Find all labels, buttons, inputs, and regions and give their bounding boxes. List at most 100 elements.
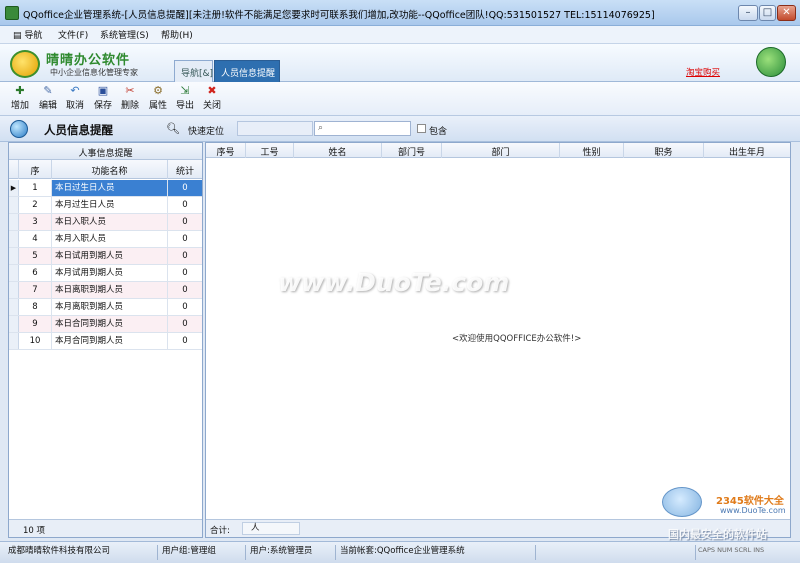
row-number: 2	[19, 197, 52, 213]
row-function-name: 本月合同到期人员	[52, 333, 168, 349]
close-button[interactable]: ✖ 关闭	[201, 85, 223, 115]
table-row[interactable]: 4 本月入职人员 0	[9, 231, 202, 248]
column-header-dept-no[interactable]: 部门号	[382, 143, 442, 158]
status-bar: 成都晴晴软件科技有限公司 用户组:管理组 用户:系统管理员 当前帐套:QQoff…	[0, 541, 800, 563]
row-number: 1	[19, 180, 52, 196]
table-row[interactable]: 6 本月试用到期人员 0	[9, 265, 202, 282]
quick-locate-label: 快速定位	[188, 127, 225, 137]
row-function-name: 本日入职人员	[52, 214, 168, 230]
column-header-birth[interactable]: 出生年月	[704, 143, 790, 158]
table-row[interactable]: ▶ 1 本日过生日人员 0	[9, 180, 202, 197]
row-function-name: 本月试用到期人员	[52, 265, 168, 281]
table-row[interactable]: 5 本日试用到期人员 0	[9, 248, 202, 265]
contains-checkbox[interactable]	[417, 124, 426, 133]
export-icon: ⇲	[180, 84, 190, 97]
maximize-button[interactable]: □	[759, 5, 776, 21]
personnel-grid-panel: 序号 工号 姓名 部门号 部门 性别 职务 出生年月 <欢迎使用QQOFFICE…	[205, 142, 791, 538]
row-function-name: 本日试用到期人员	[52, 248, 168, 264]
status-blank	[536, 545, 696, 560]
quick-locate-field-selector[interactable]	[237, 121, 313, 136]
search-input-box[interactable]: ⌕	[314, 121, 411, 136]
row-count: 0	[182, 319, 188, 329]
row-marker	[9, 316, 19, 332]
cancel-button[interactable]: ↶ 取消	[64, 85, 86, 115]
delete-label: 删除	[120, 101, 139, 111]
close-label: 关闭	[202, 101, 221, 111]
menu-file[interactable]: 文件(F)	[58, 28, 88, 41]
row-count: 0	[182, 268, 188, 278]
export-button[interactable]: ⇲ 导出	[174, 85, 196, 115]
column-header-no[interactable]: 序	[19, 160, 52, 179]
edit-icon: ✎	[43, 84, 53, 97]
app-icon	[5, 6, 19, 20]
cancel-label: 取消	[65, 101, 84, 111]
status-user: 用户:系统管理员	[246, 545, 336, 560]
tab-navigation[interactable]: 导航[&]	[174, 60, 213, 82]
add-button[interactable]: ✚ 增加	[9, 85, 31, 115]
brand-subtitle: 中小企业信息化管理专家	[50, 68, 138, 77]
row-marker	[9, 333, 19, 349]
row-marker	[9, 214, 19, 230]
column-header-dept[interactable]: 部门	[442, 143, 560, 158]
logo-icon	[10, 50, 40, 78]
properties-button[interactable]: ⚙ 属性	[147, 85, 169, 115]
table-row[interactable]: 10 本月合同到期人员 0	[9, 333, 202, 350]
left-panel-footer: 10 项	[9, 519, 202, 537]
quick-locate-icon: 🔍︎	[166, 122, 180, 135]
menu-bar: ▤ 导航 文件(F) 系统管理(S) 帮助(H)	[0, 26, 800, 44]
edit-button[interactable]: ✎ 编辑	[37, 85, 59, 115]
row-count: 0	[182, 285, 188, 295]
menu-system[interactable]: 系统管理(S)	[100, 28, 149, 41]
menu-help[interactable]: 帮助(H)	[161, 28, 193, 41]
brand-title: 晴晴办公软件	[46, 53, 131, 68]
column-header-name[interactable]: 姓名	[294, 143, 382, 158]
mascot-watermark-icon	[662, 487, 702, 517]
row-function-name: 本日过生日人员	[52, 180, 168, 196]
row-count: 0	[182, 251, 188, 261]
taobao-buy-link[interactable]: 淘宝购买	[686, 66, 720, 78]
row-number: 6	[19, 265, 52, 281]
row-marker	[9, 231, 19, 247]
row-function-name: 本月过生日人员	[52, 197, 168, 213]
table-row[interactable]: 3 本日入职人员 0	[9, 214, 202, 231]
table-row[interactable]: 7 本日离职到期人员 0	[9, 282, 202, 299]
table-row[interactable]: 8 本月离职到期人员 0	[9, 299, 202, 316]
row-marker	[9, 299, 19, 315]
status-account: 当前帐套:QQoffice企业管理系统	[336, 545, 536, 560]
total-value: 人	[242, 522, 300, 535]
navigate-icon: ▤	[13, 31, 22, 41]
column-header-emp-id[interactable]: 工号	[246, 143, 294, 158]
welcome-message: <欢迎使用QQOFFICE办公软件!>	[452, 334, 582, 344]
window-title: QQoffice企业管理系统-[人员信息提醒][未注册!软件不能满足您要求时可联…	[23, 10, 655, 21]
duote-watermark: www.DuoTe.com	[278, 268, 510, 297]
menu-navigate[interactable]: ▤ 导航	[13, 28, 42, 41]
delete-button[interactable]: ✂ 删除	[119, 85, 141, 115]
row-number: 4	[19, 231, 52, 247]
status-company: 成都晴晴软件科技有限公司	[4, 545, 158, 560]
row-marker	[9, 282, 19, 298]
left-table-header: 序 功能名称 统计	[9, 160, 202, 179]
tab-personnel-reminder[interactable]: 人员信息提醒	[214, 60, 280, 82]
column-header-function[interactable]: 功能名称	[52, 160, 168, 179]
column-header-gender[interactable]: 性别	[560, 143, 624, 158]
minimize-button[interactable]: –	[738, 5, 758, 21]
save-button[interactable]: ▣ 保存	[92, 85, 114, 115]
close-icon: ✖	[207, 84, 217, 97]
row-marker	[9, 197, 19, 213]
row-marker	[9, 248, 19, 264]
column-header-count[interactable]: 统计	[168, 160, 202, 179]
status-usergroup: 用户组:管理组	[158, 545, 246, 560]
column-header-serial[interactable]: 序号	[206, 143, 246, 158]
row-number: 7	[19, 282, 52, 298]
column-header-title[interactable]: 职务	[624, 143, 704, 158]
table-row[interactable]: 2 本月过生日人员 0	[9, 197, 202, 214]
table-row[interactable]: 9 本日合同到期人员 0	[9, 316, 202, 333]
close-window-button[interactable]: ✕	[777, 5, 796, 21]
row-function-name: 本月离职到期人员	[52, 299, 168, 315]
row-count: 0	[182, 336, 188, 346]
url-watermark: www.DuoTe.com	[720, 506, 786, 515]
title-bar[interactable]: QQoffice企业管理系统-[人员信息提醒][未注册!软件不能满足您要求时可联…	[0, 0, 800, 26]
search-input[interactable]	[329, 123, 409, 134]
row-count: 0	[182, 302, 188, 312]
brand-band: 晴晴办公软件 中小企业信息化管理专家 导航[&] 人员信息提醒 淘宝购买	[0, 44, 800, 82]
